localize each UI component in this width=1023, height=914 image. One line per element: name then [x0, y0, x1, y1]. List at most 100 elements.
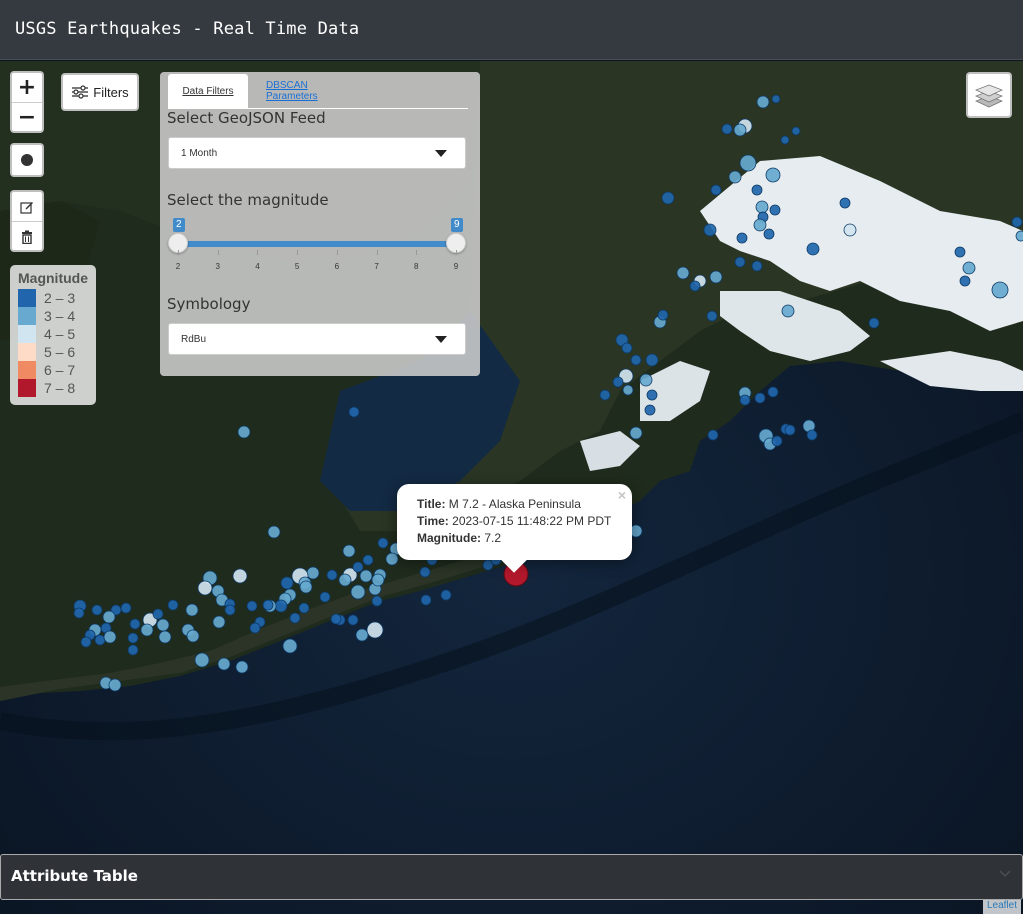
earthquake-marker[interactable] — [756, 95, 770, 109]
earthquake-marker[interactable] — [621, 342, 633, 354]
earthquake-marker[interactable] — [152, 608, 164, 620]
earthquake-marker[interactable] — [843, 223, 857, 237]
tab-data-filters[interactable]: Data Filters — [168, 74, 248, 108]
earthquake-marker[interactable] — [599, 389, 611, 401]
earthquake-marker[interactable] — [703, 223, 717, 237]
earthquake-marker[interactable] — [676, 266, 690, 280]
earthquake-marker[interactable] — [780, 135, 790, 145]
earthquake-marker[interactable] — [657, 309, 669, 321]
symbology-select[interactable]: RdBu — [168, 323, 466, 355]
earthquake-marker[interactable] — [622, 384, 634, 396]
earthquake-marker[interactable] — [377, 537, 389, 549]
earthquake-marker[interactable] — [868, 317, 880, 329]
zoom-out-button[interactable]: − — [12, 102, 42, 132]
earthquake-marker[interactable] — [991, 281, 1009, 299]
earthquake-marker[interactable] — [127, 632, 139, 644]
earthquake-marker[interactable] — [755, 200, 769, 214]
earthquake-marker[interactable] — [629, 426, 643, 440]
earthquake-marker[interactable] — [232, 568, 248, 584]
earthquake-marker[interactable] — [280, 576, 294, 590]
earthquake-marker[interactable] — [91, 604, 103, 616]
earthquake-marker[interactable] — [739, 154, 757, 172]
earthquake-marker[interactable] — [129, 618, 141, 630]
filters-button[interactable]: Filters — [61, 73, 139, 111]
zoom-in-button[interactable]: + — [12, 73, 42, 102]
earthquake-marker[interactable] — [167, 599, 179, 611]
earthquake-marker[interactable] — [355, 628, 369, 642]
earthquake-marker[interactable] — [246, 600, 258, 612]
earthquake-marker[interactable] — [707, 429, 719, 441]
earthquake-marker[interactable] — [644, 404, 656, 416]
popup-close-button[interactable]: × — [618, 487, 626, 503]
earthquake-marker[interactable] — [298, 602, 310, 614]
tab-dbscan-parameters[interactable]: DBSCAN Parameters — [266, 74, 358, 108]
earthquake-marker[interactable] — [186, 629, 200, 643]
earthquake-marker[interactable] — [289, 612, 301, 624]
earthquake-marker[interactable] — [645, 353, 659, 367]
earthquake-marker[interactable] — [127, 644, 139, 656]
earthquake-marker[interactable] — [754, 392, 766, 404]
earthquake-marker[interactable] — [362, 554, 374, 566]
earthquake-marker[interactable] — [371, 573, 385, 587]
edit-layers-button[interactable] — [12, 192, 42, 221]
earthquake-marker[interactable] — [352, 561, 364, 573]
magnitude-slider[interactable]: 2 9 2 3 4 5 6 7 8 9 — [168, 218, 468, 278]
earthquake-marker[interactable] — [771, 435, 783, 447]
earthquake-marker[interactable] — [120, 602, 132, 614]
earthquake-marker[interactable] — [371, 595, 383, 607]
leaflet-attribution[interactable]: Leaflet — [982, 900, 1021, 914]
map[interactable]: + − Filters Magnitude 2 – 3 3 – 4 4 – 5 … — [0, 61, 1023, 914]
earthquake-marker[interactable] — [348, 406, 360, 418]
layers-control[interactable] — [966, 72, 1012, 118]
earthquake-marker[interactable] — [385, 552, 399, 566]
earthquake-marker[interactable] — [94, 634, 106, 646]
earthquake-marker[interactable] — [753, 218, 767, 232]
earthquake-marker[interactable] — [306, 566, 320, 580]
earthquake-marker[interactable] — [763, 228, 775, 240]
earthquake-marker[interactable] — [706, 310, 718, 322]
earthquake-marker[interactable] — [326, 569, 338, 581]
earthquake-marker[interactable] — [954, 246, 966, 258]
earthquake-marker[interactable] — [839, 197, 851, 209]
earthquake-marker[interactable] — [158, 630, 172, 644]
earthquake-marker[interactable] — [709, 270, 723, 284]
earthquake-marker[interactable] — [347, 614, 359, 626]
earthquake-marker[interactable] — [734, 256, 746, 268]
attribute-table-header[interactable]: Attribute Table — [0, 854, 1023, 900]
slider-track[interactable] — [178, 241, 456, 247]
earthquake-marker[interactable] — [366, 621, 384, 639]
earthquake-marker[interactable] — [962, 261, 976, 275]
earthquake-marker[interactable] — [781, 304, 795, 318]
earthquake-marker[interactable] — [102, 610, 116, 624]
earthquake-marker[interactable] — [612, 376, 624, 388]
delete-layers-button[interactable] — [12, 221, 42, 251]
earthquake-marker[interactable] — [806, 242, 820, 256]
earthquake-marker[interactable] — [319, 591, 331, 603]
earthquake-marker[interactable] — [419, 566, 431, 578]
earthquake-marker[interactable] — [639, 373, 653, 387]
earthquake-marker[interactable] — [108, 678, 122, 692]
earthquake-marker[interactable] — [959, 275, 971, 287]
earthquake-marker[interactable] — [771, 94, 781, 104]
earthquake-marker[interactable] — [806, 429, 818, 441]
earthquake-marker[interactable] — [420, 594, 432, 606]
earthquake-marker[interactable] — [728, 170, 742, 184]
earthquake-marker[interactable] — [249, 622, 261, 634]
earthquake-marker[interactable] — [197, 580, 213, 596]
earthquake-marker[interactable] — [710, 184, 722, 196]
earthquake-marker[interactable] — [767, 386, 779, 398]
earthquake-marker[interactable] — [765, 167, 781, 183]
earthquake-marker[interactable] — [217, 657, 231, 671]
earthquake-marker[interactable] — [73, 607, 85, 619]
earthquake-marker[interactable] — [80, 636, 92, 648]
feed-select[interactable]: 1 Month — [168, 137, 466, 169]
earthquake-marker[interactable] — [212, 615, 226, 629]
earthquake-marker[interactable] — [751, 184, 763, 196]
earthquake-marker[interactable] — [342, 544, 356, 558]
earthquake-marker[interactable] — [769, 204, 781, 216]
earthquake-marker[interactable] — [235, 660, 249, 674]
earthquake-marker[interactable] — [733, 123, 747, 137]
earthquake-marker[interactable] — [784, 424, 796, 436]
earthquake-marker[interactable] — [274, 599, 288, 613]
earthquake-marker[interactable] — [736, 232, 748, 244]
